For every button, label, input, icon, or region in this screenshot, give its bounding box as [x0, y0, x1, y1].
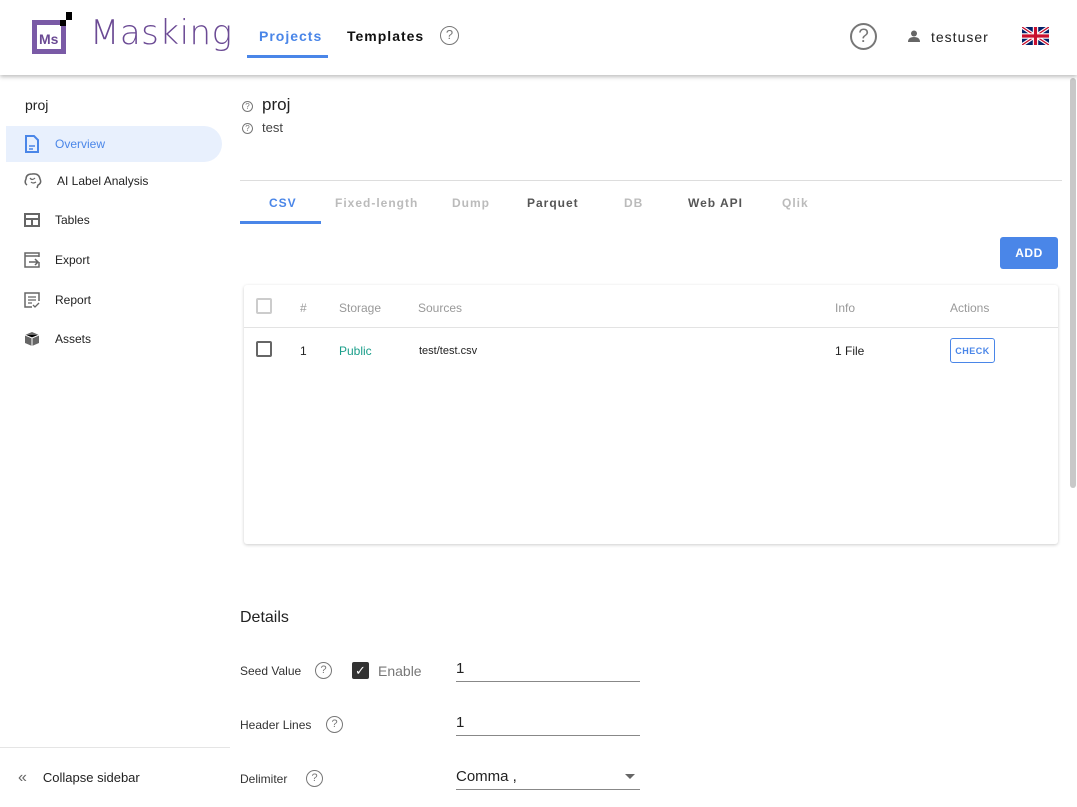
svg-text:Ms: Ms [39, 31, 59, 47]
tab-parquet[interactable]: Parquet [527, 196, 579, 210]
logo[interactable]: Ms Masking [32, 12, 232, 54]
sidebar-item-label: Assets [55, 332, 92, 346]
logo-mark-icon: Ms [32, 12, 72, 54]
collapse-sidebar-label: Collapse sidebar [42, 770, 140, 785]
tab-csv[interactable]: CSV [269, 196, 297, 210]
sidebar-item-label: Export [55, 253, 90, 267]
user-icon [908, 30, 920, 42]
sidebar-item-tables[interactable]: Tables [6, 202, 222, 238]
source-type-tabs: CSV Fixed-length Dump Parquet DB Web API… [240, 180, 1062, 224]
seed-enable-label: Enable [378, 663, 422, 679]
logo-text: Masking [90, 13, 233, 53]
top-bar: Ms Masking Projects Templates ? ? testus… [0, 0, 1077, 75]
help-icon[interactable]: ? [242, 123, 253, 134]
tab-active-indicator [240, 221, 321, 224]
column-header[interactable]: Sources [418, 301, 462, 315]
brain-icon [24, 173, 42, 189]
column-header[interactable]: Storage [339, 301, 381, 315]
delimiter-label: Delimiter [240, 772, 288, 786]
sidebar: proj Overview AI Label Analysis Tables E… [0, 75, 230, 807]
sidebar-item-ai-label-analysis[interactable]: AI Label Analysis [6, 163, 222, 199]
help-icon[interactable]: ? [440, 26, 459, 45]
tab-web-api[interactable]: Web API [688, 196, 743, 210]
help-icon[interactable]: ? [326, 716, 343, 733]
scrollbar[interactable] [1070, 78, 1076, 488]
tab-fixed-length[interactable]: Fixed-length [335, 196, 418, 210]
tab-qlik[interactable]: Qlik [782, 196, 809, 210]
row-sources: test/test.csv [419, 345, 478, 357]
help-icon[interactable]: ? [306, 770, 323, 787]
check-button[interactable]: CHECK [950, 338, 995, 363]
sources-table: # Storage Sources Info Actions 1 Public … [244, 285, 1058, 544]
project-description: test [262, 120, 283, 135]
details-title: Details [240, 609, 289, 626]
delimiter-value: Comma , [456, 768, 517, 785]
seed-value-input[interactable]: 1 [456, 658, 640, 682]
sidebar-item-label: Overview [55, 137, 106, 151]
nav-templates[interactable]: Templates [347, 28, 424, 44]
double-chevron-left-icon: « [18, 768, 27, 786]
help-icon[interactable]: ? [242, 101, 253, 112]
tab-dump[interactable]: Dump [452, 196, 490, 210]
row-checkbox[interactable] [256, 341, 272, 357]
sidebar-item-overview[interactable]: Overview [6, 126, 222, 162]
column-header: Info [835, 301, 856, 315]
add-button[interactable]: ADD [1000, 237, 1058, 269]
dropdown-arrow-icon [625, 774, 635, 779]
sidebar-item-label: Report [55, 293, 92, 307]
project-title: proj [262, 95, 291, 114]
nav-active-indicator [247, 55, 328, 58]
help-icon[interactable]: ? [315, 662, 332, 679]
sidebar-item-assets[interactable]: Assets [6, 321, 222, 357]
report-icon [24, 292, 40, 308]
column-header: Actions [950, 301, 990, 315]
sidebar-item-export[interactable]: Export [6, 242, 222, 278]
sidebar-project-name: proj [25, 97, 49, 113]
collapse-sidebar-button[interactable]: « Collapse sidebar [0, 747, 230, 807]
row-info: 1 File [835, 344, 865, 358]
select-all-checkbox[interactable] [256, 298, 272, 314]
header-lines-input[interactable]: 1 [456, 712, 640, 736]
sidebar-item-report[interactable]: Report [6, 282, 222, 318]
tab-db[interactable]: DB [624, 196, 643, 210]
row-number: 1 [300, 344, 307, 358]
header-lines-label: Header Lines [240, 718, 312, 732]
uk-flag-icon[interactable] [1022, 27, 1049, 45]
divider [244, 327, 1058, 328]
column-header: # [300, 301, 307, 315]
row-storage: Public [339, 344, 372, 358]
seed-enable-checkbox[interactable]: ✓ [352, 662, 369, 679]
export-icon [24, 252, 40, 268]
delimiter-select[interactable]: Comma , [456, 766, 640, 790]
sidebar-item-label: Tables [55, 213, 90, 227]
box-icon [24, 332, 40, 346]
document-icon [25, 135, 39, 153]
help-circle-icon[interactable]: ? [850, 23, 877, 50]
table-icon [24, 213, 40, 227]
sidebar-item-label: AI Label Analysis [57, 174, 149, 188]
seed-value-label: Seed Value [240, 664, 302, 678]
nav-projects[interactable]: Projects [259, 28, 322, 44]
user-name[interactable]: testuser [931, 29, 989, 45]
